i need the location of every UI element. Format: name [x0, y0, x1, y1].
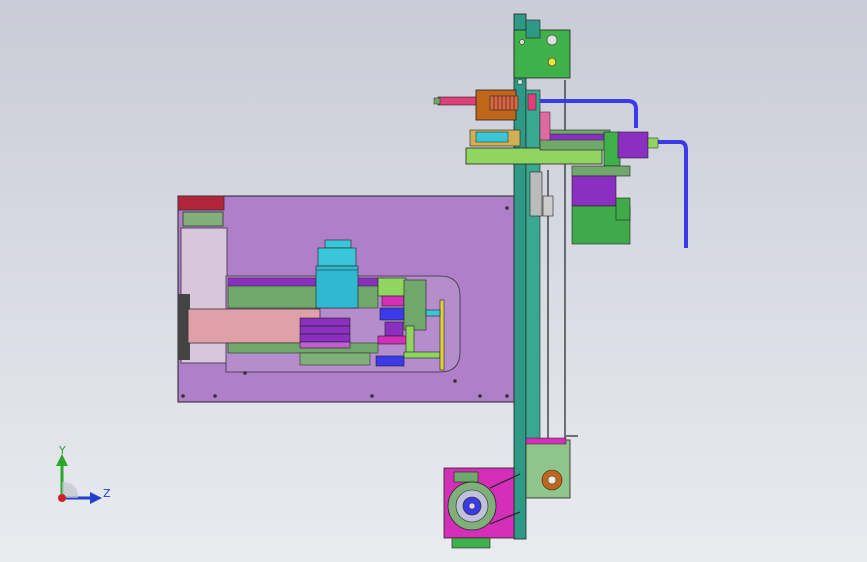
cylinder	[315, 239, 359, 309]
y-axis-label: Y	[58, 444, 66, 457]
motor	[571, 165, 631, 245]
bottom-drive	[443, 435, 578, 549]
top-bracket	[513, 19, 571, 85]
coordinate-triad: Y Z	[56, 444, 111, 504]
cad-viewport[interactable]: Y Z	[0, 0, 867, 562]
z-axis-label: Z	[103, 487, 111, 500]
